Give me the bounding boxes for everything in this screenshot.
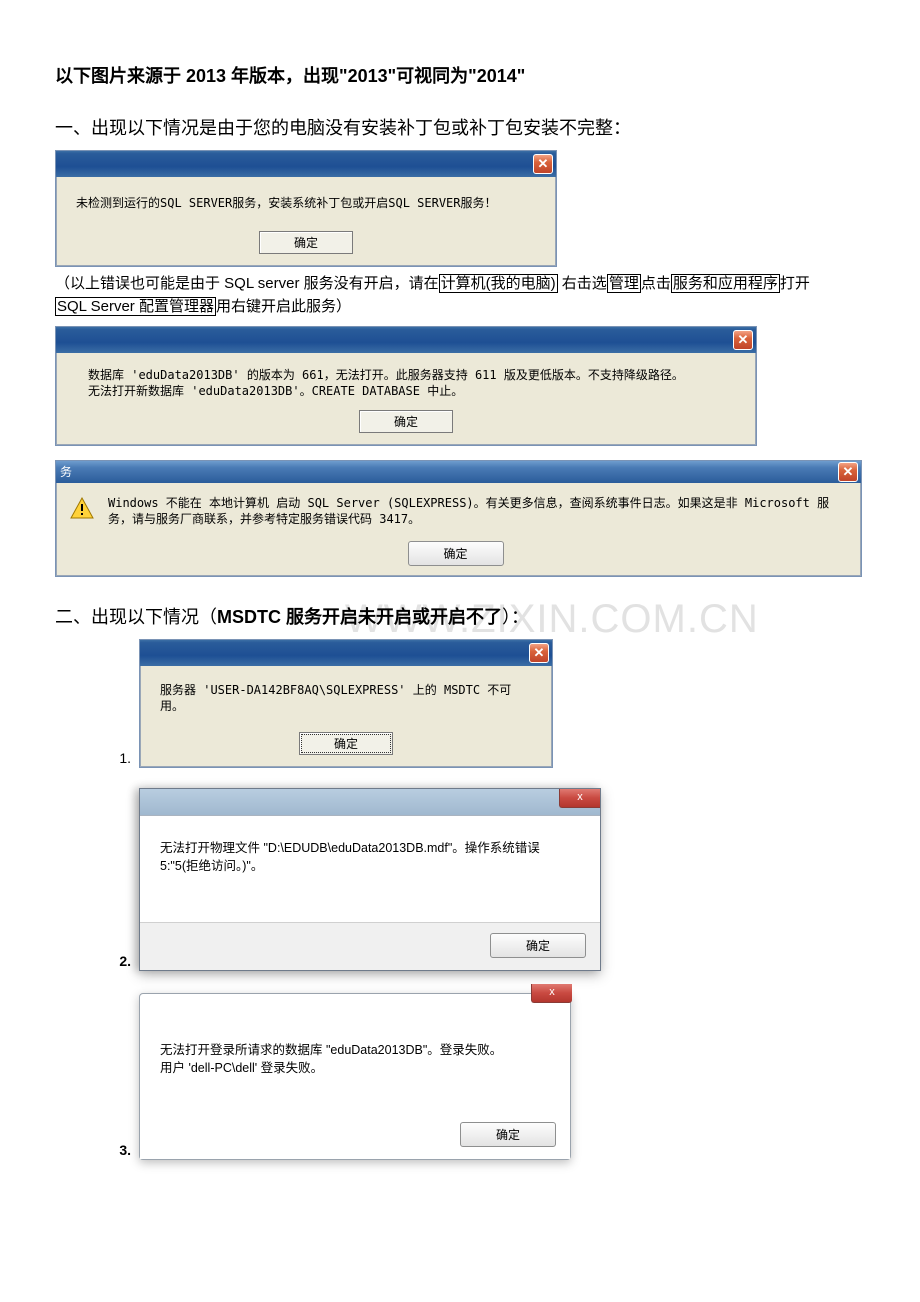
boxed-computer: 计算机(我的电脑) (439, 274, 558, 293)
titlebar: ✕ (56, 327, 756, 353)
close-icon[interactable]: x (531, 984, 572, 1003)
boxed-sqlconfig: SQL Server 配置管理器 (55, 297, 216, 316)
close-icon[interactable]: ✕ (838, 462, 858, 482)
warning-icon (70, 497, 94, 519)
titlebar: ✕ (140, 640, 552, 666)
dialog-file-error: x 无法打开物理文件 "D:\EDUDB\eduData2013DB.mdf"。… (139, 788, 601, 971)
ok-button[interactable]: 确定 (259, 231, 353, 254)
dialog-sql-server-missing: ✕ 未检测到运行的SQL SERVER服务，安装系统补丁包或开启SQL SERV… (55, 150, 557, 267)
dialog-message: 未检测到运行的SQL SERVER服务，安装系统补丁包或开启SQL SERVER… (70, 191, 542, 221)
titlebar-fragment: 务 (60, 465, 72, 479)
section1-title: 一、出现以下情况是由于您的电脑没有安装补丁包或补丁包安装不完整： (55, 114, 865, 140)
ok-button[interactable]: 确定 (490, 933, 586, 958)
titlebar: ✕ (56, 151, 556, 177)
dialog-message: Windows 不能在 本地计算机 启动 SQL Server (SQLEXPR… (108, 495, 841, 527)
close-icon[interactable]: x (559, 789, 600, 808)
ok-button[interactable]: 确定 (408, 541, 504, 566)
section2-title: WWW.ZIXIN.COM.CN 二、出现以下情况（MSDTC 服务开启未开启或… (55, 603, 865, 629)
titlebar: x (140, 789, 600, 816)
dialog-message: 数据库 'eduData2013DB' 的版本为 661，无法打开。此服务器支持… (70, 367, 742, 399)
dialog-message: 无法打开物理文件 "D:\EDUDB\eduData2013DB.mdf"。操作… (140, 816, 600, 922)
note-text: （以上错误也可能是由于 SQL server 服务没有开启，请在计算机(我的电脑… (55, 273, 865, 318)
list-number: 3. (55, 1142, 139, 1160)
ok-button[interactable]: 确定 (299, 732, 393, 755)
close-icon[interactable]: ✕ (533, 154, 553, 174)
dialog-db-version: ✕ 数据库 'eduData2013DB' 的版本为 661，无法打开。此服务器… (55, 326, 757, 445)
titlebar: 务 ✕ (56, 461, 861, 483)
list-number: 2. (55, 953, 139, 971)
boxed-services: 服务和应用程序 (671, 274, 780, 293)
dialog-login-fail: x 无法打开登录所请求的数据库 "eduData2013DB"。登录失败。 用户… (139, 993, 571, 1160)
dialog-msdtc: ✕ 服务器 'USER-DA142BF8AQ\SQLEXPRESS' 上的 MS… (139, 639, 553, 768)
close-icon[interactable]: ✕ (529, 643, 549, 663)
boxed-manage: 管理 (607, 274, 641, 293)
main-heading: 以下图片来源于 2013 年版本，出现"2013"可视同为"2014" (55, 62, 865, 88)
ok-button[interactable]: 确定 (460, 1122, 556, 1147)
dialog-message: 服务器 'USER-DA142BF8AQ\SQLEXPRESS' 上的 MSDT… (154, 680, 538, 722)
list-number: 1. (55, 750, 139, 768)
close-icon[interactable]: ✕ (733, 330, 753, 350)
dialog-windows-error: 务 ✕ Windows 不能在 本地计算机 启动 SQL Server (SQL… (55, 460, 862, 577)
dialog-message: 无法打开登录所请求的数据库 "eduData2013DB"。登录失败。 用户 '… (140, 994, 570, 1112)
ok-button[interactable]: 确定 (359, 410, 453, 433)
